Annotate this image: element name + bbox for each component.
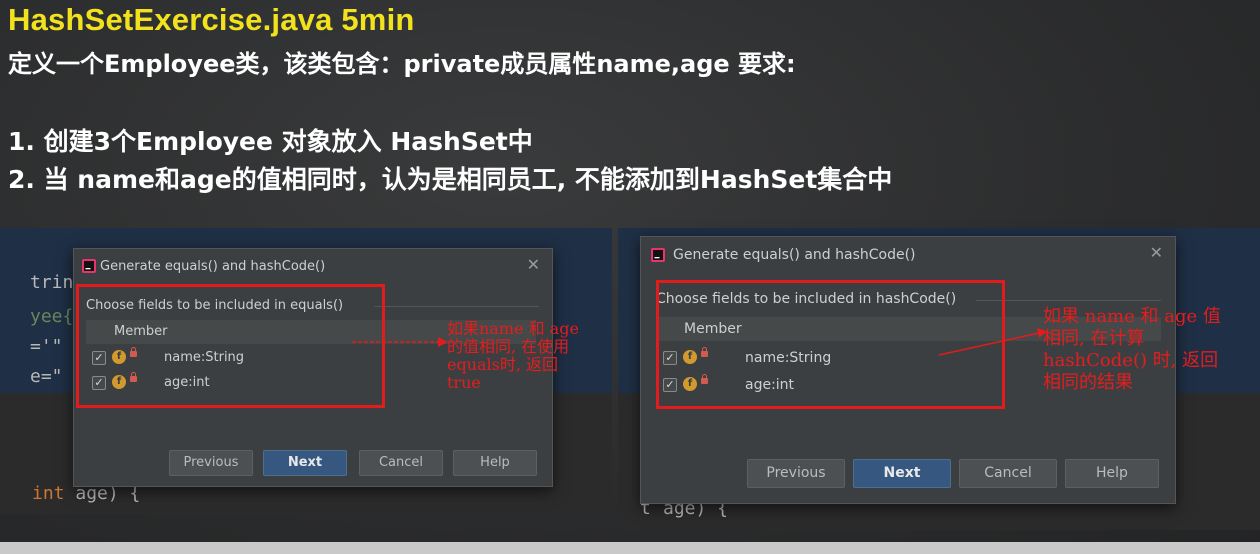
annotation-hashcode: 如果 name 和 age 值 相同, 在计算 hashCode() 时, 返回…: [1043, 306, 1221, 393]
highlight-box-equals: [76, 284, 385, 408]
intellij-app-icon: [82, 259, 96, 273]
separator: [374, 306, 539, 307]
previous-button[interactable]: Previous: [747, 459, 845, 488]
close-icon[interactable]: ✕: [527, 255, 540, 274]
code-fragment: ='": [30, 336, 63, 357]
bottom-strip: [0, 542, 1260, 554]
dialog-title: Generate equals() and hashCode(): [100, 259, 326, 274]
slide-title: HashSetExercise.java 5min: [8, 2, 415, 37]
previous-button[interactable]: Previous: [169, 450, 253, 476]
annotation-equals: 如果name 和 age 的值相同, 在使用 equals时, 返回 true: [447, 319, 579, 392]
cancel-button[interactable]: Cancel: [359, 450, 443, 476]
arrow-icon: [352, 337, 448, 347]
requirement-2: 2. 当 name和age的值相同时，认为是相同员工, 不能添加到HashSet…: [8, 165, 893, 194]
cancel-button[interactable]: Cancel: [959, 459, 1057, 488]
code-fragment: yee{: [30, 306, 74, 327]
next-button[interactable]: Next: [263, 450, 347, 476]
close-icon[interactable]: ✕: [1150, 243, 1163, 262]
intellij-app-icon: [651, 248, 665, 262]
code-keyword: int: [32, 483, 65, 504]
code-fragment: e=": [30, 366, 63, 387]
help-button[interactable]: Help: [453, 450, 537, 476]
requirement-1: 1. 创建3个Employee 对象放入 HashSet中: [8, 127, 533, 156]
arrow-icon: [938, 328, 1047, 356]
next-button[interactable]: Next: [853, 459, 951, 488]
dialog-title: Generate equals() and hashCode(): [673, 247, 916, 263]
slide-description: 定义一个Employee类，该类包含：private成员属性name,age 要…: [8, 50, 796, 78]
help-button[interactable]: Help: [1065, 459, 1159, 488]
